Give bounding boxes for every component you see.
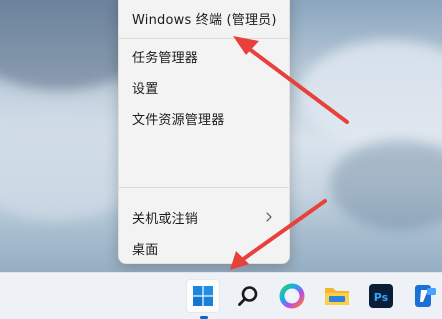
menu-item-label: 任务管理器 xyxy=(132,50,199,66)
menu-item-label: Windows 终端 (管理员) xyxy=(132,12,277,28)
taskbar: Ps xyxy=(0,272,442,319)
menu-item-label: 桌面 xyxy=(132,242,159,258)
menu-item-windows-terminal-admin[interactable]: Windows 终端 (管理员) xyxy=(119,4,289,32)
search-button[interactable] xyxy=(231,279,265,313)
menu-item-label: 文件资源管理器 xyxy=(132,112,225,128)
photoshop-button[interactable]: Ps xyxy=(364,279,398,313)
wallpaper-highlight xyxy=(300,40,442,150)
photoshop-icon: Ps xyxy=(369,284,393,308)
menu-item-label: 关机或注销 xyxy=(132,211,199,227)
copilot-button[interactable] xyxy=(275,279,309,313)
start-button[interactable] xyxy=(186,279,220,313)
search-icon xyxy=(238,286,258,306)
menu-item-label: 设置 xyxy=(132,81,159,97)
app-icon xyxy=(415,285,436,307)
file-explorer-icon xyxy=(325,288,349,305)
menu-item-shutdown-signout[interactable]: 关机或注销 xyxy=(119,203,289,231)
menu-item-settings[interactable]: 设置 xyxy=(119,73,289,101)
power-user-menu: Windows 终端 (管理员) 任务管理器 设置 文件资源管理器 关机或注销 … xyxy=(118,0,290,264)
chevron-right-icon xyxy=(266,212,272,222)
file-explorer-button[interactable] xyxy=(320,279,354,313)
menu-item-desktop[interactable]: 桌面 xyxy=(119,234,289,262)
menu-divider xyxy=(119,187,289,188)
menu-item-task-manager[interactable]: 任务管理器 xyxy=(119,42,289,70)
app-button[interactable] xyxy=(408,279,442,313)
wallpaper-shade xyxy=(330,140,442,230)
menu-divider xyxy=(119,38,289,39)
windows-start-icon xyxy=(193,286,213,306)
desktop: Windows 终端 (管理员) 任务管理器 设置 文件资源管理器 关机或注销 … xyxy=(0,0,442,319)
menu-item-file-explorer[interactable]: 文件资源管理器 xyxy=(119,104,289,132)
photoshop-label: Ps xyxy=(374,291,389,304)
copilot-icon xyxy=(279,283,305,309)
